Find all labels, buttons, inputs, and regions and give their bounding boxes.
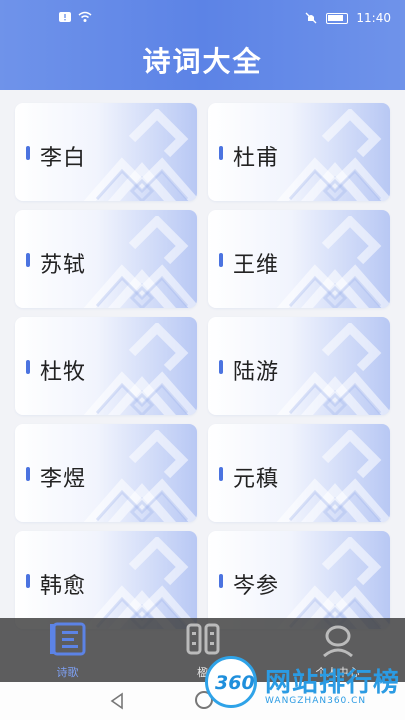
person-icon — [322, 625, 353, 658]
accent-bar — [219, 574, 223, 588]
card-pattern-icon — [276, 109, 390, 201]
watermark-url: WANGZHAN360.CN — [265, 696, 367, 706]
app-header: 11:40 诗词大全 — [0, 0, 405, 90]
battery-icon — [326, 12, 349, 24]
back-icon[interactable] — [108, 692, 126, 710]
poet-card[interactable]: 苏轼 — [15, 210, 197, 308]
watermark-logo: 360 网站排行榜 WANGZHAN360.CN — [205, 656, 405, 720]
poet-card[interactable]: 陆游 — [208, 317, 390, 415]
poet-name: 杜牧 — [40, 360, 87, 385]
poet-grid: 李白 杜甫 苏轼 王维 杜牧 陆游 李煜 元稹 韩愈 岑参 — [15, 103, 390, 629]
page-title: 诗词大全 — [142, 45, 263, 78]
card-pattern-icon — [276, 430, 390, 522]
wifi-icon — [78, 11, 92, 22]
poet-name: 岑参 — [233, 574, 280, 599]
poet-card[interactable]: 杜牧 — [15, 317, 197, 415]
accent-bar — [26, 253, 30, 267]
card-pattern-icon — [276, 216, 390, 308]
status-bar: 11:40 — [0, 0, 405, 36]
poet-name: 王维 — [233, 253, 280, 278]
poet-card[interactable]: 岑参 — [208, 531, 390, 629]
book-icon — [49, 622, 85, 656]
status-time: 11:40 — [356, 11, 391, 25]
card-pattern-icon — [83, 109, 197, 201]
accent-bar — [26, 574, 30, 588]
watermark-number: 360 — [215, 672, 255, 694]
card-pattern-icon — [83, 430, 197, 522]
accent-bar — [26, 360, 30, 374]
poet-name: 苏轼 — [40, 253, 87, 278]
tab-label: 诗歌 — [56, 666, 79, 679]
poet-card[interactable]: 元稹 — [208, 424, 390, 522]
couplet-icon — [186, 623, 219, 655]
card-pattern-icon — [83, 537, 197, 629]
mute-bell-icon — [305, 12, 317, 24]
poet-card[interactable]: 杜甫 — [208, 103, 390, 201]
card-pattern-icon — [83, 216, 197, 308]
accent-bar — [26, 467, 30, 481]
watermark-badge: 360 — [205, 656, 257, 708]
accent-bar — [219, 467, 223, 481]
alert-icon — [59, 12, 71, 22]
poet-name: 元稹 — [233, 467, 280, 492]
poet-name: 李煜 — [40, 467, 87, 492]
poet-name: 杜甫 — [233, 146, 280, 171]
accent-bar — [26, 146, 30, 160]
poet-card[interactable]: 王维 — [208, 210, 390, 308]
watermark-text: 网站排行榜 — [265, 668, 401, 698]
poet-card[interactable]: 韩愈 — [15, 531, 197, 629]
poet-card[interactable]: 李白 — [15, 103, 197, 201]
card-pattern-icon — [276, 537, 390, 629]
tab-poems[interactable]: 诗歌 — [0, 618, 135, 682]
accent-bar — [219, 146, 223, 160]
poet-name: 李白 — [40, 146, 87, 171]
card-pattern-icon — [276, 323, 390, 415]
poet-name: 陆游 — [233, 360, 280, 385]
accent-bar — [219, 360, 223, 374]
poet-card[interactable]: 李煜 — [15, 424, 197, 522]
card-pattern-icon — [83, 323, 197, 415]
poet-name: 韩愈 — [40, 574, 87, 599]
accent-bar — [219, 253, 223, 267]
